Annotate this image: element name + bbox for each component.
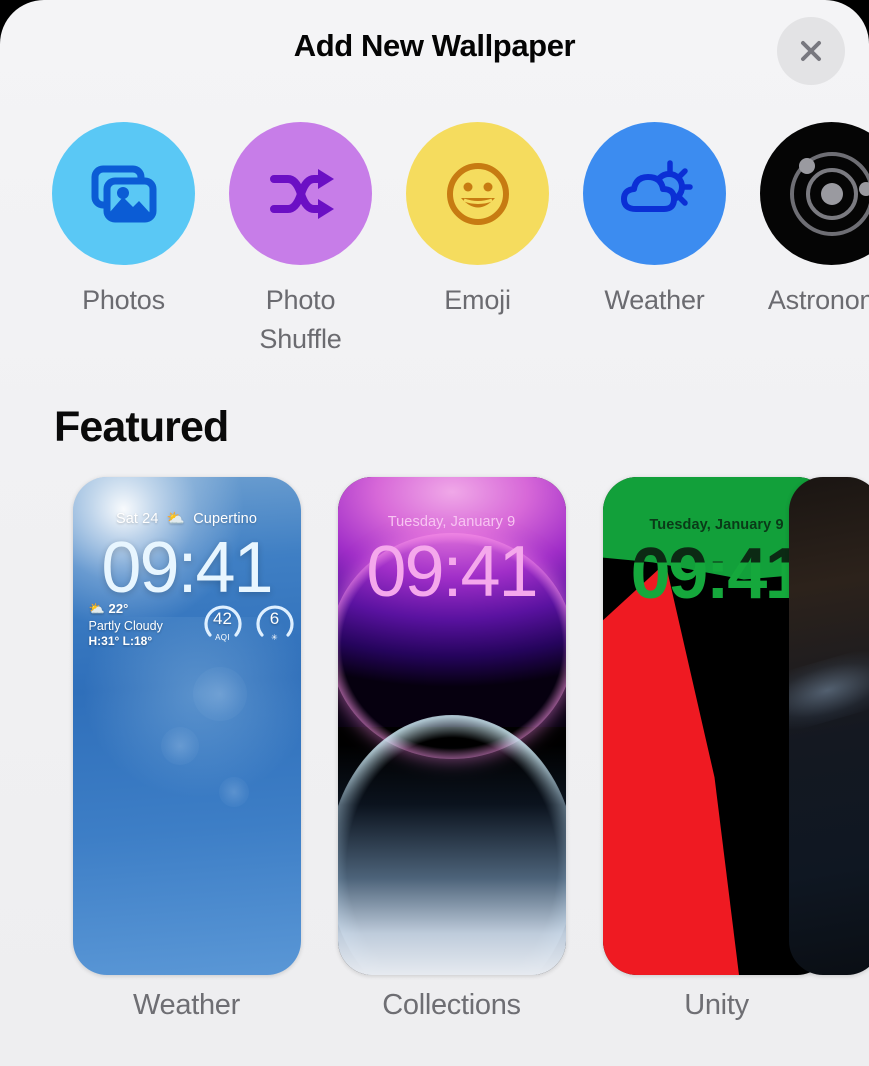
aqi-gauge: 42 AQI [201, 599, 245, 643]
peek-highlight [789, 641, 869, 733]
page-title: Add New Wallpaper [293, 28, 576, 63]
uv-gauge: 6 ✳ [253, 599, 297, 643]
category-label: Weather [604, 285, 705, 315]
astronomy-icon [789, 151, 869, 236]
lockscreen-clock: 09:41 [366, 532, 538, 612]
category-label: Photos [82, 285, 165, 315]
partly-cloudy-icon: ⛅ [88, 601, 105, 616]
category-astronomy[interactable]: Astronomy [743, 122, 869, 320]
temperature-line: ⛅ 22° [89, 601, 163, 617]
category-weather[interactable]: Weather [566, 122, 743, 320]
partly-cloudy-icon: ⛅ [162, 511, 190, 527]
category-label: Photo Shuffle [259, 285, 342, 355]
location-text: Cupertino [193, 511, 257, 527]
featured-card-collections[interactable]: Tuesday, January 9 09:41 Collections [319, 477, 584, 1022]
close-icon [801, 41, 821, 61]
featured-card-weather[interactable]: Sat 24 ⛅ Cupertino 09:41 ⛅ 22° Partly Cl… [54, 477, 319, 1022]
featured-section-title: Featured [54, 403, 229, 451]
wallpaper-type-row: Photos Photo Shuffle Emoji Weather Astro… [0, 122, 869, 354]
shuffle-icon [269, 168, 334, 219]
category-emoji[interactable]: Emoji [389, 122, 566, 320]
add-wallpaper-sheet: Add New Wallpaper Photos Photo Shuffle E… [0, 0, 869, 1066]
gradient-fade-bottom [337, 745, 566, 975]
temperature-value: 22° [108, 601, 129, 616]
featured-card-row: Sat 24 ⛅ Cupertino 09:41 ⛅ 22° Partly Cl… [0, 477, 869, 1021]
high-low-text: H:31° L:18° [88, 634, 153, 648]
weather-icon [620, 159, 693, 212]
aqi-caption: AQI [215, 633, 230, 642]
bokeh-dot [218, 777, 249, 807]
photos-icon [91, 165, 156, 222]
sheet-header: Add New Wallpaper [0, 0, 869, 104]
lockscreen-clock: 09:41 [101, 528, 273, 608]
lockscreen-date: Tuesday, January 9 [387, 514, 516, 530]
wallpaper-preview-weather[interactable]: Sat 24 ⛅ Cupertino 09:41 ⛅ 22° Partly Cl… [72, 477, 301, 975]
emoji-icon [446, 162, 509, 225]
weather-icon-circle [583, 122, 726, 265]
card-label: Weather [133, 989, 240, 1021]
category-label: Emoji [444, 285, 511, 315]
astronomy-icon-circle [760, 122, 869, 265]
bokeh-dot [160, 727, 199, 765]
emoji-icon-circle [406, 122, 549, 265]
category-photo-shuffle[interactable]: Photo Shuffle [212, 122, 389, 359]
close-button[interactable] [777, 17, 845, 85]
bokeh-dot [192, 667, 247, 721]
card-label: Unity [684, 989, 749, 1021]
lockscreen-date: Sat 24 ⛅ Cupertino [73, 510, 301, 527]
category-photos[interactable]: Photos [35, 122, 212, 320]
uv-icon: ✳ [270, 633, 278, 642]
card-label: Collections [382, 989, 521, 1021]
date-text: Sat 24 [115, 511, 159, 527]
wallpaper-preview-collections[interactable]: Tuesday, January 9 09:41 [337, 477, 566, 975]
photos-icon-circle [52, 122, 195, 265]
category-label: Astronomy [767, 285, 869, 315]
shuffle-icon-circle [229, 122, 372, 265]
condition-text: Partly Cloudy [88, 619, 163, 633]
weather-widget: ⛅ 22° Partly Cloudy H:31° L:18° [89, 601, 163, 648]
featured-card-peek[interactable] [789, 477, 869, 975]
